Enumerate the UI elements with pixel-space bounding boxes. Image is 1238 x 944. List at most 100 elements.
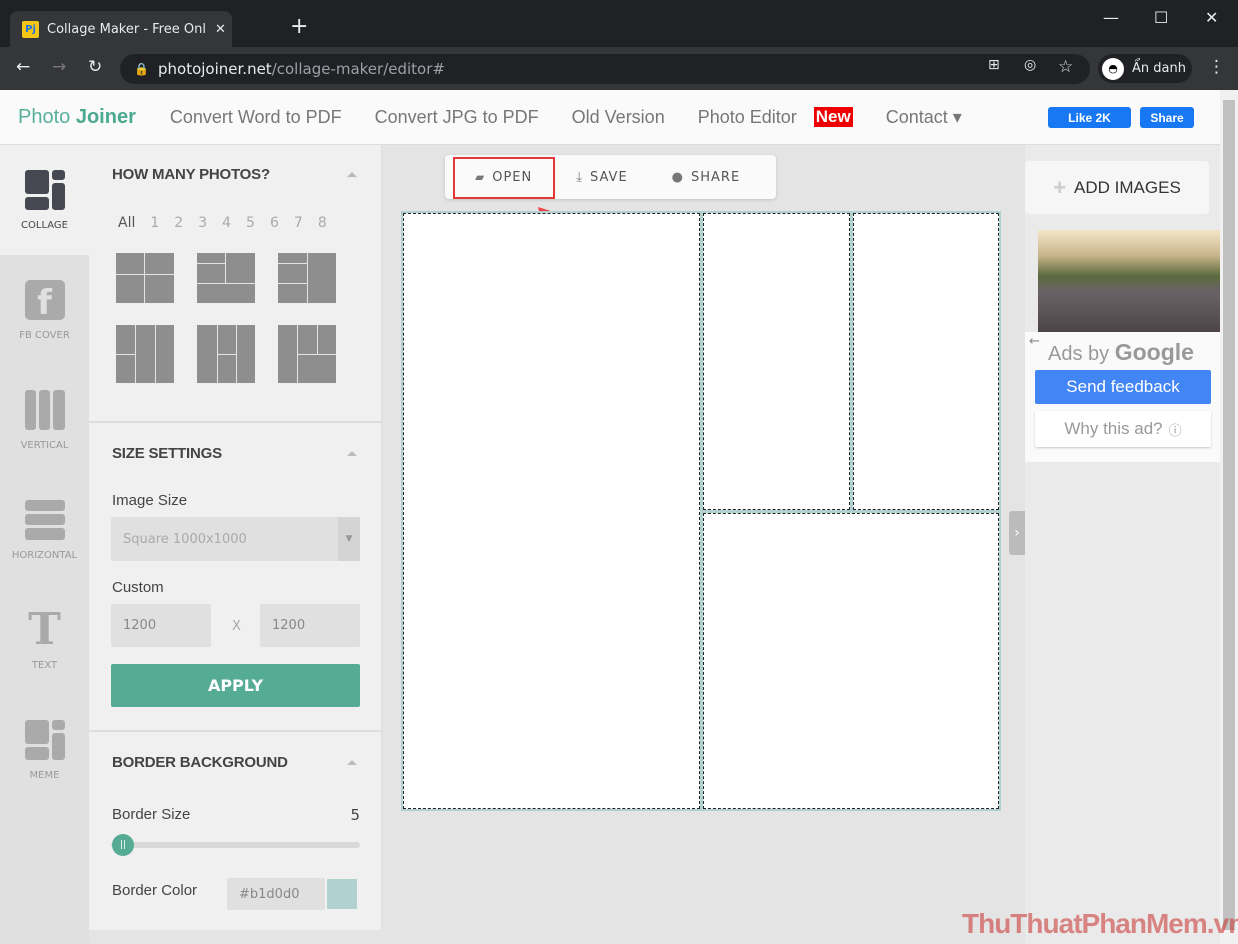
minimize-icon[interactable]: — xyxy=(1103,8,1119,27)
count-3[interactable]: 3 xyxy=(198,215,207,231)
border-size-label: Border Size xyxy=(112,806,191,823)
incognito-profile-button[interactable]: ◓ Ẩn danh xyxy=(1098,54,1192,83)
custom-width-input[interactable]: 1200 xyxy=(111,604,211,647)
custom-height-input[interactable]: 1200 xyxy=(260,604,360,647)
vertical-icon xyxy=(24,389,65,430)
collapse-caret-icon[interactable] xyxy=(347,167,357,177)
text-icon: T xyxy=(28,603,61,655)
rail-label: COLLAGE xyxy=(21,219,68,231)
close-tab-icon[interactable]: ✕ xyxy=(215,22,226,37)
layout-thumb[interactable] xyxy=(197,325,255,383)
nav-convert-jpg[interactable]: Convert JPG to PDF xyxy=(375,107,539,128)
page-scrollbar[interactable] xyxy=(1220,90,1238,944)
border-color-input[interactable]: #b1d0d0 xyxy=(227,878,325,910)
ad-image[interactable] xyxy=(1038,230,1220,332)
image-size-value: Square 1000x1000 xyxy=(123,531,247,547)
slider-handle[interactable]: || xyxy=(112,834,134,856)
layout-thumb[interactable] xyxy=(116,253,174,303)
maximize-icon[interactable]: ☐ xyxy=(1154,8,1168,27)
url-path: /collage-maker/editor# xyxy=(271,60,445,78)
settings-panel: HOW MANY PHOTOS? All 1 2 3 4 5 6 7 8 SIZE SETTIN… xyxy=(89,145,382,930)
apply-button[interactable]: APPLY xyxy=(111,664,360,707)
back-icon[interactable]: ← xyxy=(16,57,30,77)
section-heading: HOW MANY PHOTOS? xyxy=(112,166,270,183)
forward-icon[interactable]: → xyxy=(52,57,66,77)
rail-text[interactable]: T TEXT xyxy=(0,585,89,695)
border-color-label: Border Color xyxy=(112,882,198,899)
count-7[interactable]: 7 xyxy=(294,215,303,231)
count-4[interactable]: 4 xyxy=(222,215,231,231)
why-this-ad-button[interactable]: Why this ad? ⓘ xyxy=(1035,411,1211,447)
share-button[interactable]: ● SHARE xyxy=(650,170,763,185)
how-many-section: HOW MANY PHOTOS? All 1 2 3 4 5 6 7 8 xyxy=(89,145,382,423)
meme-icon xyxy=(24,719,65,760)
eye-off-icon[interactable]: ◎ xyxy=(1024,57,1036,73)
count-all[interactable]: All xyxy=(118,215,135,231)
chevron-down-icon: ▼ xyxy=(338,517,360,561)
rail-meme[interactable]: MEME xyxy=(0,695,89,805)
logo-joiner: Joiner xyxy=(75,105,136,128)
rail-horizontal[interactable]: HORIZONTAL xyxy=(0,475,89,585)
comment-icon: ● xyxy=(671,169,685,185)
collapse-caret-icon[interactable] xyxy=(347,755,357,765)
size-settings-section: SIZE SETTINGS Image Size Square 1000x100… xyxy=(89,423,382,732)
count-1[interactable]: 1 xyxy=(150,215,159,231)
favicon: Pj xyxy=(22,20,39,38)
url-input[interactable]: 🔒 photojoiner.net/collage-maker/editor# xyxy=(120,54,1090,84)
highlight-box xyxy=(453,157,555,199)
rail-label: VERTICAL xyxy=(20,439,69,451)
fb-share-button[interactable]: Share xyxy=(1140,107,1194,128)
share-label: SHARE xyxy=(691,169,741,185)
nav-contact[interactable]: Contact ▾ xyxy=(886,107,962,128)
horizontal-icon xyxy=(24,499,65,540)
rail-fb-cover[interactable]: f FB COVER xyxy=(0,255,89,365)
add-images-label: ADD IMAGES xyxy=(1074,177,1181,197)
count-8[interactable]: 8 xyxy=(318,215,327,231)
image-size-select[interactable]: Square 1000x1000 ▼ xyxy=(111,517,360,561)
translate-icon[interactable]: ⊞ xyxy=(988,57,1000,73)
collage-cell[interactable] xyxy=(853,213,999,510)
collapse-caret-icon[interactable] xyxy=(347,446,357,456)
close-window-icon[interactable]: ✕ xyxy=(1205,8,1218,27)
tab-title: Collage Maker - Free Online Phot xyxy=(47,21,207,37)
watermark: ThuThuatPhanMem.vn xyxy=(962,908,1238,939)
count-5[interactable]: 5 xyxy=(246,215,255,231)
add-images-button[interactable]: + ADD IMAGES xyxy=(1025,161,1209,214)
layout-thumb[interactable] xyxy=(278,325,336,383)
collage-cell[interactable] xyxy=(703,213,850,510)
tool-rail: COLLAGE f FB COVER VERTICAL HORIZONTAL T… xyxy=(0,145,89,944)
star-icon[interactable]: ☆ xyxy=(1058,57,1073,77)
rail-label: TEXT xyxy=(31,659,58,671)
download-icon: ⤓ xyxy=(576,169,583,185)
menu-icon[interactable]: ⋮ xyxy=(1208,57,1225,77)
why-label: Why this ad? xyxy=(1064,419,1163,438)
count-6[interactable]: 6 xyxy=(270,215,279,231)
reload-icon[interactable]: ↻ xyxy=(88,57,102,77)
layout-thumb[interactable] xyxy=(116,325,174,383)
count-2[interactable]: 2 xyxy=(174,215,183,231)
layout-thumb[interactable] xyxy=(197,253,255,303)
collage-cell[interactable] xyxy=(403,213,700,809)
incognito-icon: ◓ xyxy=(1102,57,1124,80)
nav-old-version[interactable]: Old Version xyxy=(572,107,665,128)
profile-label: Ẩn danh xyxy=(1132,61,1186,76)
browser-tab[interactable]: Pj Collage Maker - Free Online Phot ✕ xyxy=(10,11,232,47)
collage-cell[interactable] xyxy=(703,513,999,809)
fb-like-button[interactable]: Like 2K xyxy=(1048,107,1131,128)
new-tab-icon[interactable]: + xyxy=(290,14,308,39)
photo-count-filter: All 1 2 3 4 5 6 7 8 xyxy=(118,215,327,231)
rail-collage[interactable]: COLLAGE xyxy=(0,145,89,255)
layout-thumb[interactable] xyxy=(278,253,336,303)
nav-convert-word[interactable]: Convert Word to PDF xyxy=(170,107,342,128)
border-size-slider[interactable] xyxy=(111,842,360,848)
border-color-swatch[interactable] xyxy=(327,879,357,909)
rail-vertical[interactable]: VERTICAL xyxy=(0,365,89,475)
ads-by-google: Ads by Google xyxy=(1048,339,1194,366)
back-arrow-icon[interactable]: ← xyxy=(1029,334,1040,349)
site-logo[interactable]: Photo Joiner xyxy=(18,106,136,129)
save-button[interactable]: ⤓ SAVE xyxy=(554,170,649,185)
nav-photo-editor[interactable]: Photo Editor xyxy=(698,107,797,128)
send-feedback-button[interactable]: Send feedback xyxy=(1035,370,1211,404)
expand-panel-chevron-icon[interactable]: › xyxy=(1009,511,1025,555)
lock-icon: 🔒 xyxy=(134,62,149,76)
